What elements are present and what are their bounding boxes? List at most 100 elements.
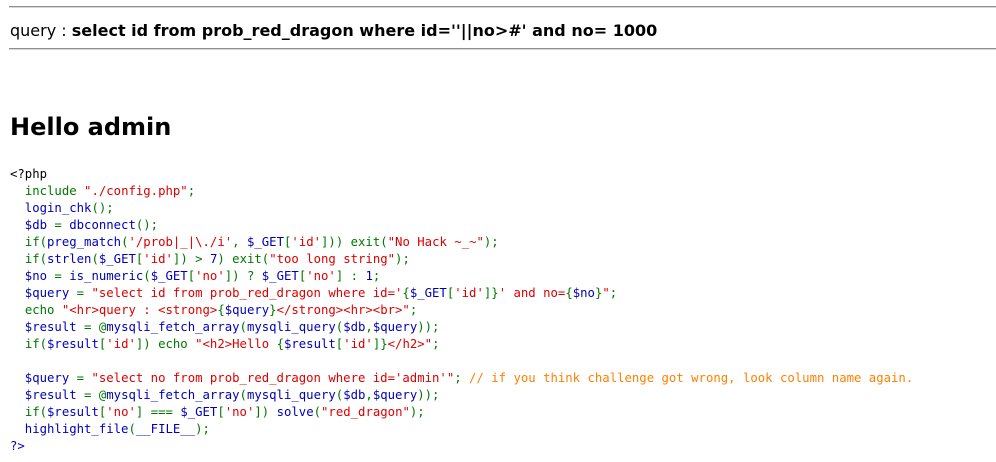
greeting-heading: Hello admin (10, 113, 172, 141)
source-token: ]} (372, 337, 388, 351)
source-token: { (402, 286, 410, 300)
source-token: 'no' (306, 269, 336, 283)
source-token: = (54, 218, 70, 232)
source-line: $query = "select no from prob_red_dragon… (10, 370, 913, 387)
source-token: )); (417, 320, 440, 334)
source-token: 1 (365, 269, 373, 283)
source-token: ]) echo (135, 337, 196, 351)
source-token (10, 184, 25, 198)
source-token: "select id from prob_red_dragon where id… (91, 286, 403, 300)
source-token: $db (343, 388, 366, 402)
source-token: ]) (254, 405, 277, 419)
source-token: = @ (84, 320, 107, 334)
source-token: $result (283, 337, 336, 351)
source-token: 'no' (224, 405, 255, 419)
source-line: $db = dbconnect(); (10, 217, 913, 234)
source-token: ( (313, 405, 322, 419)
source-token: ( (239, 388, 247, 402)
source-token: ( (143, 269, 151, 283)
source-token: 'no' (106, 405, 136, 419)
source-token: $query (372, 388, 418, 402)
source-token: ; (432, 337, 440, 351)
source-token: ( (128, 422, 136, 436)
source-token: 'id' (343, 337, 373, 351)
source-token: = (76, 371, 92, 385)
source-token: __FILE__ (135, 422, 196, 436)
source-token: ( (239, 320, 247, 334)
source-token: if( (24, 337, 48, 351)
source-token: ?> (10, 439, 25, 453)
source-token: $db (10, 218, 55, 232)
source-token (10, 303, 25, 317)
source-token: ] : (335, 269, 366, 283)
source-token: mysqli_query (246, 320, 336, 334)
source-token: $_GET (98, 252, 136, 266)
source-token: $result (47, 337, 99, 351)
source-token: )); (417, 388, 440, 402)
source-token: "select no from prob_red_dragon where id… (91, 371, 455, 385)
source-line: $no = is_numeric($_GET['no']) ? $_GET['n… (10, 268, 913, 285)
source-token: , (232, 235, 247, 249)
source-token: = @ (84, 388, 107, 402)
source-token: $query (224, 303, 270, 317)
source-line: $result = @mysqli_fetch_array(mysqli_que… (10, 319, 913, 336)
source-line: echo "<hr>query : <strong>{$query}</stro… (10, 302, 913, 319)
source-token: include (24, 184, 85, 198)
source-token: $db (343, 320, 366, 334)
source-token: ); (409, 405, 425, 419)
source-line: login_chk(); (10, 200, 913, 217)
source-token: $result (10, 388, 85, 402)
query-line: query : select id from prob_red_dragon w… (10, 20, 657, 42)
source-token: dbconnect (69, 218, 136, 232)
source-token (10, 252, 25, 266)
source-token: if( (24, 405, 48, 419)
source-line: ?> (10, 438, 913, 455)
source-token: ; (187, 184, 196, 198)
top-horizontal-rule (9, 6, 996, 8)
source-token: $query (10, 371, 77, 385)
source-token: ); (195, 422, 210, 436)
source-token: "<hr>query : <strong> (61, 303, 218, 317)
source-token: ]) ? (224, 269, 262, 283)
source-token: = (76, 286, 92, 300)
source-token: if( (24, 235, 48, 249)
source-token: ; (409, 303, 418, 317)
source-token: $no (572, 286, 595, 300)
source-token: login_chk (10, 201, 92, 215)
source-token: $query (372, 320, 418, 334)
source-token: // if you think challenge got wrong, loo… (469, 371, 914, 385)
source-token: ( (91, 252, 99, 266)
source-token: ; (609, 286, 618, 300)
source-token: mysqli_fetch_array (106, 388, 240, 402)
source-token: strlen (47, 252, 92, 266)
source-token (10, 235, 25, 249)
php-source-code: <?php include "./config.php"; login_chk(… (10, 166, 913, 455)
source-token: highlight_file (10, 422, 129, 436)
source-token: "No Hack ~_~" (387, 235, 484, 249)
bottom-horizontal-rule (9, 48, 996, 50)
query-text: select id from prob_red_dragon where id=… (71, 21, 658, 40)
source-line: if(preg_match('/prob|_|\./i', $_GET['id'… (10, 234, 913, 251)
source-line: $query = "select id from prob_red_dragon… (10, 285, 913, 302)
source-token: $no (10, 269, 55, 283)
source-token: "red_dragon" (321, 405, 410, 419)
source-token: 'id' (291, 235, 322, 249)
source-token: ); (483, 235, 499, 249)
source-token: $result (10, 320, 85, 334)
source-token: $_GET (150, 269, 188, 283)
source-token: ]) > (172, 252, 210, 266)
source-token: mysqli_fetch_array (106, 320, 240, 334)
source-token: { (217, 303, 225, 317)
source-token: (); (135, 218, 159, 232)
source-line: if($result['no'] === $_GET['no']) solve(… (10, 404, 913, 421)
source-token: ; (454, 371, 470, 385)
source-token: $_GET (409, 286, 447, 300)
source-token: $_GET (246, 235, 284, 249)
source-token: , (365, 320, 373, 334)
source-token: ; (372, 269, 381, 283)
source-token: ' and no= (498, 286, 566, 300)
source-token: </strong><hr><br>" (276, 303, 410, 317)
source-token (10, 354, 17, 368)
source-token: </h2>" (387, 337, 433, 351)
source-token (10, 405, 25, 419)
